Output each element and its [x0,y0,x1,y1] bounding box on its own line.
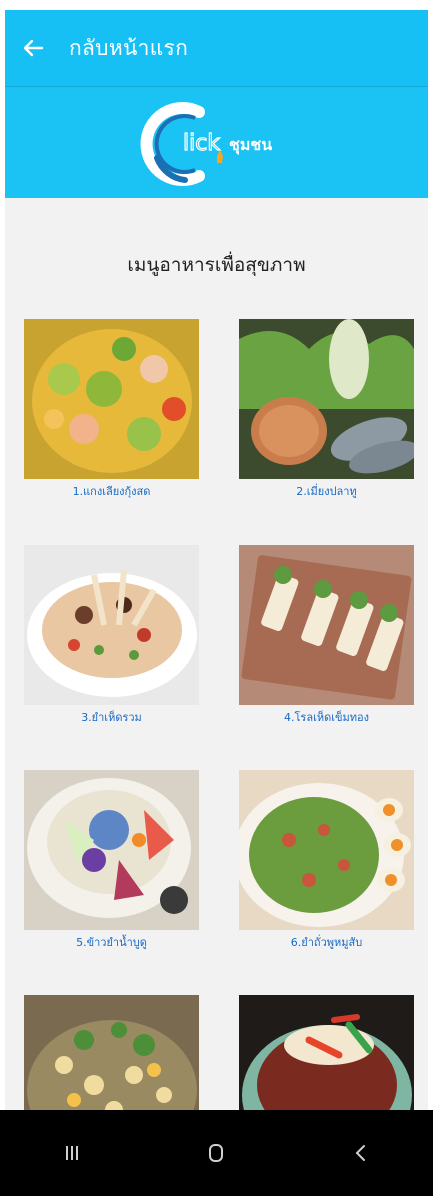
home-button[interactable] [186,1123,246,1183]
menu-card-5[interactable]: 5.ข้าวยำน้ำบูดู [24,770,199,951]
system-nav-bar [0,1110,433,1196]
menu-card-7[interactable] [24,995,199,1110]
logo-text: lick [183,131,220,156]
menu-card-1[interactable]: 1.แกงเลียงกุ้งสด [24,319,199,500]
back-icon [355,1145,365,1161]
click-chumchon-logo: lick ชุมชน [140,102,272,186]
recent-apps-icon [66,1146,79,1160]
banner: lick ชุมชน [5,86,428,199]
menu-card-3[interactable]: 3.ยำเห็ดรวม [24,545,199,726]
wingbean-salad-photo [239,770,414,930]
mushroom-salad-photo [24,545,199,705]
menu-card-6[interactable]: 6.ยำถั่วพูหมูสับ [239,770,414,951]
recent-apps-button[interactable] [42,1123,102,1183]
menu-caption: 3.ยำเห็ดรวม [81,711,142,724]
mixed-nut-salad-photo [24,995,199,1110]
section-title: เมนูอาหารเพื่อสุขภาพ [127,254,306,276]
menu-card-2[interactable]: 2.เมี่ยงปลาทู [239,319,414,500]
menu-card-4[interactable]: 4.โรลเห็ดเข็มทอง [239,545,414,726]
logo-subtext: ชุมชน [229,135,272,155]
enoki-roll-photo [239,545,414,705]
menu-caption: 4.โรลเห็ดเข็มทอง [284,711,369,724]
menu-card-8[interactable] [239,995,414,1110]
menu-caption: 5.ข้าวยำน้ำบูดู [76,936,147,949]
shrimp-soup-photo [24,319,199,479]
system-back-button[interactable] [331,1123,391,1183]
menu-caption: 2.เมี่ยงปลาทู [296,485,357,498]
home-icon [209,1144,224,1162]
app-bar: กลับหน้าแรก [5,10,428,86]
page-title: กลับหน้าแรก [69,35,189,60]
spicy-dish-photo [239,995,414,1110]
back-button[interactable] [5,10,61,86]
mackerel-wrap-photo [239,319,414,479]
menu-caption: 6.ยำถั่วพูหมูสับ [290,936,363,949]
arrow-left-icon [23,39,44,57]
menu-caption: 1.แกงเลียงกุ้งสด [72,485,151,498]
rice-salad-photo [24,770,199,930]
menu-content: เมนูอาหารเพื่อสุขภาพ 1.แกงเลียงกุ้งสด 2.… [5,198,428,1110]
